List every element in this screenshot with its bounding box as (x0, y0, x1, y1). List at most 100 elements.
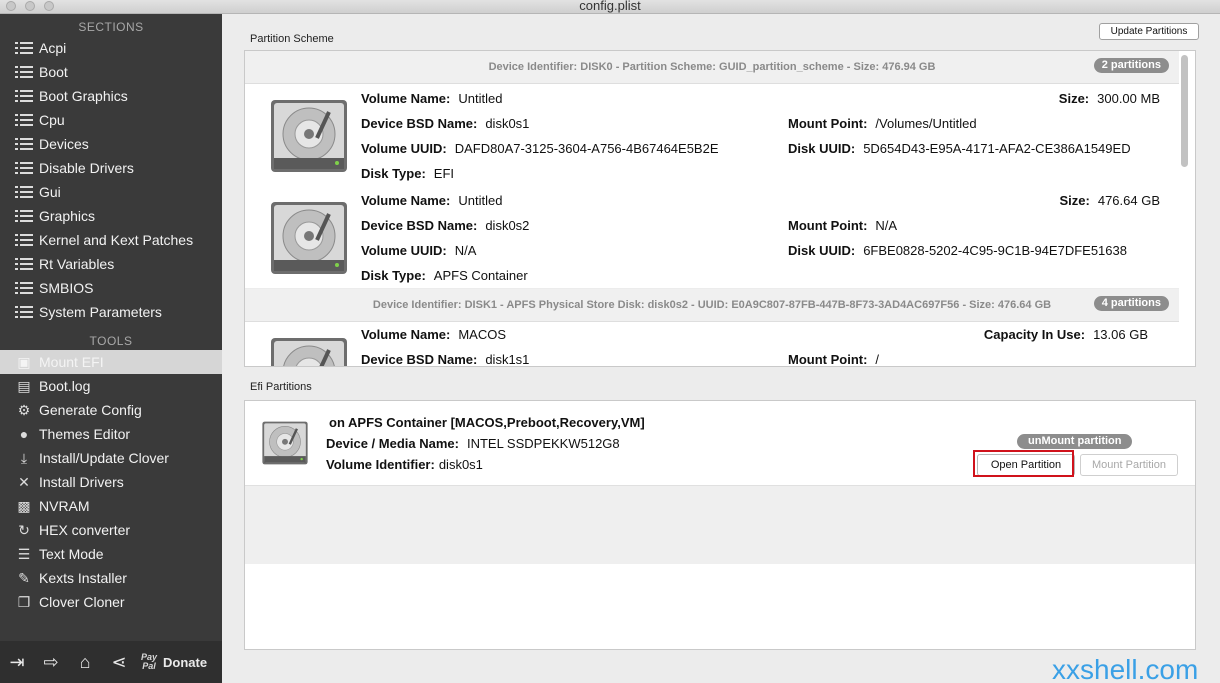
volume-uuid-field: Volume UUID: N/A (361, 243, 477, 258)
palette-icon: ● (19, 426, 29, 442)
device-header-text: Device Identifier: DISK0 - Partition Sch… (488, 61, 936, 73)
list-icon (14, 39, 34, 57)
size-field: Size: 300.00 MB (1058, 91, 1160, 106)
partition-count-badge: 2 partitions (1093, 58, 1169, 73)
capacity-in-use-field: Capacity In Use: 13.06 GB (983, 327, 1148, 342)
window-title: config.plist (579, 0, 641, 13)
sections-header: SECTIONS (78, 20, 144, 34)
disk-icon: ▣ (17, 353, 31, 370)
donate-label: Donate (163, 654, 208, 670)
efi-empty-area (245, 486, 1195, 564)
sidebar-bottom-bar: ⇥ ⇨ ⌂ ⋖ Pay Pal Donate (0, 641, 222, 683)
volume-name-field: Volume Name: Untitled (361, 91, 503, 106)
sidebar-item-acpi[interactable]: Acpi (0, 36, 222, 60)
volume-row[interactable]: Volume Name: Untitled Size: 300.00 MB Devi… (245, 84, 1179, 187)
vertical-scrollbar[interactable] (1181, 55, 1188, 167)
sidebar-item-boot-log[interactable]: ▤ Boot.log (0, 374, 222, 398)
unmount-partition-badge[interactable]: unMount partition (1017, 434, 1133, 449)
list-icon (14, 183, 34, 201)
volume-name-field: Volume Name: Untitled (361, 193, 503, 208)
sidebar-item-graphics[interactable]: Graphics (0, 204, 222, 228)
sidebar-item-system-parameters[interactable]: System Parameters (0, 300, 222, 324)
size-field: Size: 476.64 GB (1059, 193, 1161, 208)
volume-row[interactable]: Volume Name: MACOS Capacity In Use: 13.06 … (245, 322, 1179, 367)
sidebar-item-generate-config[interactable]: ⚙ Generate Config (0, 398, 222, 422)
device-bsd-name-field: Device BSD Name: disk0s2 (361, 218, 530, 233)
efi-container-title: on APFS Container [MACOS,Preboot,Recover… (329, 415, 645, 430)
sidebar-item-label: Clover Cloner (39, 594, 125, 610)
sidebar-item-mount-efi[interactable]: ▣ Mount EFI (0, 350, 222, 374)
sidebar-item-label: Rt Variables (39, 256, 115, 272)
volume-row[interactable]: Volume Name: Untitled Size: 476.64 GB Devi… (245, 186, 1179, 289)
list-icon (14, 159, 34, 177)
efi-partitions-panel: on APFS Container [MACOS,Preboot,Recover… (244, 400, 1196, 650)
sidebar-item-cpu[interactable]: Cpu (0, 108, 222, 132)
sidebar-item-hex-converter[interactable]: ↻ HEX converter (0, 518, 222, 542)
sidebar-item-label: Devices (39, 136, 89, 152)
sidebar-item-label: HEX converter (39, 522, 131, 538)
sidebar-item-smbios[interactable]: SMBIOS (0, 276, 222, 300)
mount-partition-button[interactable]: Mount Partition (1080, 454, 1178, 476)
device-media-name-field: Device / Media Name: INTEL SSDPEKKW512G8 (326, 436, 620, 451)
device-bsd-name-field: Device BSD Name: disk0s1 (361, 116, 530, 131)
list-icon (14, 87, 34, 105)
mount-point-field: Mount Point:/Volumes/Untitled (788, 116, 977, 131)
sidebar-item-boot-graphics[interactable]: Boot Graphics (0, 84, 222, 108)
device-header-text: Device Identifier: DISK1 - APFS Physical… (372, 299, 1052, 311)
sidebar-item-install-drivers[interactable]: ✕ Install Drivers (0, 470, 222, 494)
import-icon[interactable]: ⇥ (0, 647, 34, 677)
refresh-icon: ↻ (18, 521, 30, 538)
share-icon[interactable]: ⋖ (102, 647, 136, 677)
mount-point-field: Mount Point: / (788, 352, 880, 367)
sidebar-item-label: Boot Graphics (39, 88, 128, 104)
disk-type-field: Disk Type: APFS Container (361, 268, 528, 283)
sidebar-item-label: Kernel and Kext Patches (39, 232, 194, 248)
sidebar-item-devices[interactable]: Devices (0, 132, 222, 156)
sidebar-item-themes-editor[interactable]: ● Themes Editor (0, 422, 222, 446)
puzzle-icon: ✎ (18, 569, 30, 586)
list-icon (14, 111, 34, 129)
sidebar-item-nvram[interactable]: ▩ NVRAM (0, 494, 222, 518)
gears-icon: ⚙ (17, 401, 31, 418)
efi-empty-area (245, 564, 1195, 649)
partition-scheme-panel: Device Identifier: DISK0 - Partition Sch… (244, 50, 1196, 367)
update-partitions-button[interactable]: Update Partitions (1099, 23, 1199, 40)
sidebar-item-label: Boot (39, 64, 68, 80)
paypal-label: Pay Pal (140, 652, 157, 671)
device-header: Device Identifier: DISK0 - Partition Sch… (245, 51, 1179, 84)
sidebar-item-kernel-kext-patches[interactable]: Kernel and Kext Patches (0, 228, 222, 252)
hard-disk-icon (271, 338, 347, 366)
sidebar-item-text-mode[interactable]: ☰ Text Mode (0, 542, 222, 566)
disk-type-field: Disk Type: EFI (361, 166, 455, 181)
tools-header: TOOLS (89, 334, 133, 348)
sidebar-item-kexts-installer[interactable]: ✎ Kexts Installer (0, 566, 222, 590)
donate-button[interactable]: Pay Pal Donate (140, 653, 207, 671)
sidebar-item-rt-variables[interactable]: Rt Variables (0, 252, 222, 276)
sidebar: SECTIONS Acpi Boot Boot Graphics Cpu Dev… (0, 14, 222, 683)
list-icon (14, 255, 34, 273)
log-icon: ▤ (17, 377, 31, 394)
sidebar-item-label: Install Drivers (39, 474, 124, 490)
partition-count-badge: 4 partitions (1093, 296, 1169, 311)
list-icon (14, 135, 34, 153)
chip-icon: ▩ (17, 497, 31, 514)
sidebar-item-gui[interactable]: Gui (0, 180, 222, 204)
sidebar-item-label: Generate Config (39, 402, 142, 418)
sidebar-item-clover-cloner[interactable]: ❐ Clover Cloner (0, 590, 222, 614)
highlight-box (973, 450, 1074, 477)
sidebar-item-install-update-clover[interactable]: ⤓ Install/Update Clover (0, 446, 222, 470)
sidebar-item-disable-drivers[interactable]: Disable Drivers (0, 156, 222, 180)
mount-point-field: Mount Point: N/A (788, 218, 898, 233)
app-window: config.plist SECTIONS Acpi Boot Boot Gra… (0, 0, 1220, 683)
home-icon[interactable]: ⌂ (68, 647, 102, 677)
volume-uuid-field: Volume UUID: DAFD80A7-3125-3604-A756-4B67… (361, 141, 719, 156)
export-icon[interactable]: ⇨ (34, 647, 68, 677)
sidebar-item-label: Acpi (39, 40, 67, 56)
hard-disk-icon (262, 421, 308, 465)
list-icon (14, 63, 34, 81)
sidebar-item-boot[interactable]: Boot (0, 60, 222, 84)
efi-partition-row[interactable]: on APFS Container [MACOS,Preboot,Recover… (245, 401, 1195, 486)
disk-uuid-field: Disk UUID: 6FBE0828-5202-4C95-9C1B-94E7DF… (788, 243, 1127, 258)
sidebar-item-label: System Parameters (39, 304, 162, 320)
device-header: Device Identifier: DISK1 - APFS Physical… (245, 289, 1179, 322)
